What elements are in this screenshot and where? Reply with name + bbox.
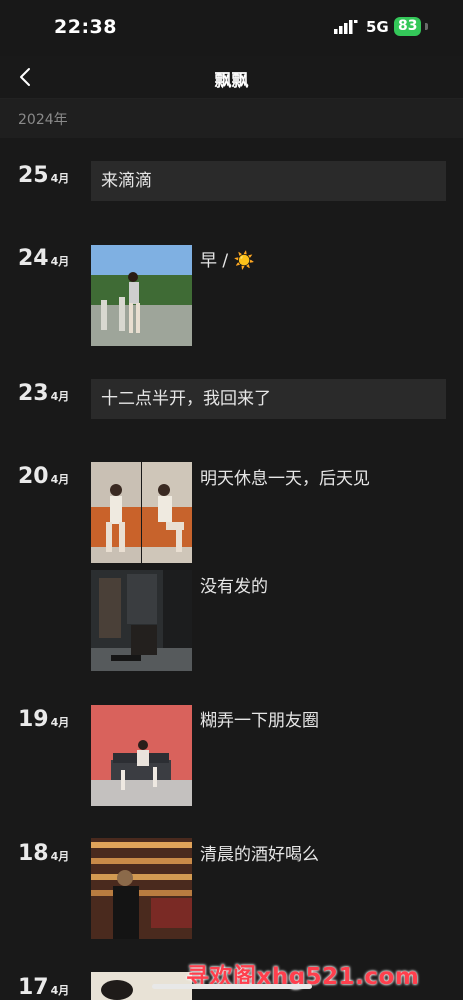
post-date: 19 4月 [18, 707, 69, 732]
post-caption: 没有发的 [200, 577, 268, 597]
post-month: 4月 [50, 984, 70, 997]
post-day: 23 [18, 381, 49, 406]
text-post[interactable]: 十二点半开，我回来了 [91, 379, 446, 419]
post-month: 4月 [50, 172, 70, 185]
home-indicator [152, 984, 312, 989]
post-day: 17 [18, 975, 49, 1000]
post-photo-thumbnail[interactable] [91, 705, 192, 806]
post-month: 4月 [50, 850, 70, 863]
post-photo-thumbnail[interactable] [142, 462, 192, 563]
post-caption: 早 / ☀️ [200, 251, 255, 271]
post-caption: 清晨的酒好喝么 [200, 845, 319, 865]
status-bar: 22:38 5G 83 [0, 0, 463, 56]
post-day: 18 [18, 841, 49, 866]
status-time: 22:38 [54, 16, 117, 38]
nav-bar: 飘飘 [0, 56, 463, 99]
post-month: 4月 [50, 473, 70, 486]
post-date: 24 4月 [18, 246, 69, 271]
signal-icon [334, 20, 358, 34]
post-day: 19 [18, 707, 49, 732]
post-day: 25 [18, 163, 49, 188]
post-caption: 明天休息一天，后天见 [200, 469, 370, 489]
post-caption: 糊弄一下朋友圈 [200, 711, 319, 731]
post-month: 4月 [50, 390, 70, 403]
page-title: 飘飘 [214, 71, 249, 91]
post-date: 18 4月 [18, 841, 69, 866]
post-day: 24 [18, 246, 49, 271]
battery-icon [425, 23, 428, 30]
post-day: 20 [18, 464, 49, 489]
post-date: 25 4月 [18, 163, 69, 188]
post-photo-thumbnail[interactable] [91, 462, 141, 563]
post-date: 23 4月 [18, 381, 69, 406]
year-header: 2024年 [0, 99, 463, 138]
post-photo-thumbnail[interactable] [91, 570, 192, 671]
network-type: 5G [366, 18, 389, 36]
post-month: 4月 [50, 716, 70, 729]
post-photo-thumbnail[interactable] [91, 245, 192, 346]
year-label: 2024年 [18, 112, 68, 128]
post-month: 4月 [50, 255, 70, 268]
battery-level: 83 [394, 17, 422, 36]
post-date: 20 4月 [18, 464, 69, 489]
post-photo-thumbnail[interactable] [91, 838, 192, 939]
text-post[interactable]: 来滴滴 [91, 161, 446, 201]
post-date: 17 4月 [18, 975, 69, 1000]
